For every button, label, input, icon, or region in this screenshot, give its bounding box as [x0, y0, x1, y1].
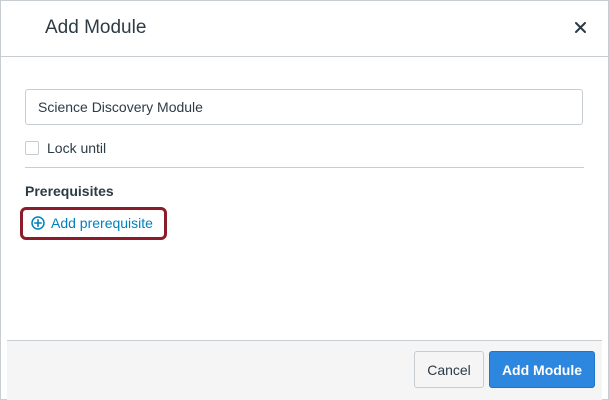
plus-circle-icon [31, 216, 45, 230]
close-button[interactable] [570, 17, 590, 37]
add-module-button[interactable]: Add Module [489, 351, 595, 388]
lock-until-checkbox[interactable] [25, 141, 39, 155]
lock-until-label[interactable]: Lock until [47, 140, 106, 156]
add-module-dialog: Add Module Lock until Prerequisites Add … [0, 0, 609, 400]
add-prerequisite-link[interactable]: Add prerequisite [31, 215, 153, 231]
module-name-input[interactable] [25, 89, 583, 125]
lock-until-row[interactable]: Lock until [25, 140, 106, 156]
prerequisites-heading: Prerequisites [25, 183, 114, 199]
add-prerequisite-label[interactable]: Add prerequisite [51, 215, 153, 231]
close-icon [574, 21, 586, 33]
dialog-header: Add Module [1, 1, 608, 57]
section-divider [25, 167, 584, 168]
cancel-button[interactable]: Cancel [414, 351, 484, 388]
dialog-title: Add Module [45, 17, 147, 38]
dialog-footer: Cancel Add Module [7, 340, 602, 400]
